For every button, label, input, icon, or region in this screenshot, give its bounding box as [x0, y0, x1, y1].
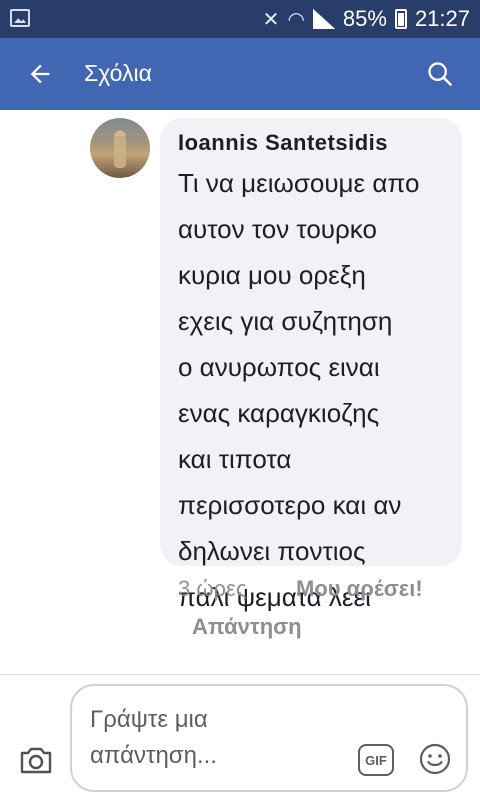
gif-button[interactable]: GIF: [358, 744, 394, 776]
emoji-button[interactable]: [418, 742, 452, 776]
emoji-icon: [419, 743, 451, 775]
gallery-notification-icon: [10, 9, 30, 27]
comment-line: και τιποτα: [178, 444, 292, 474]
battery-icon: [394, 9, 407, 29]
comment-line: εχεις για συζητηση: [178, 306, 393, 336]
search-button[interactable]: [422, 56, 458, 92]
comment-text: Τι να μειωσουμε απο αυτον τον τουρκο κυρ…: [178, 160, 444, 620]
comment-line: Τι να μειωσουμε απο: [178, 168, 420, 198]
comment-author[interactable]: Ioannis Santetsidis: [178, 130, 444, 156]
page-title: Σχόλια: [84, 60, 152, 86]
comment-line: περισσοτερο και αν: [178, 490, 402, 520]
wifi-icon: ◠: [287, 8, 305, 31]
clock: 21:27: [414, 6, 470, 31]
status-bar: ✕ ◠ 85% 21:27: [0, 0, 480, 38]
camera-button[interactable]: [16, 740, 56, 780]
comment-bubble: Ioannis Santetsidis Τι να μειωσουμε απο …: [160, 118, 462, 612]
divider: [0, 674, 480, 675]
camera-icon: [20, 747, 52, 774]
reply-input[interactable]: Γράψτε μια απάντηση...: [90, 702, 340, 774]
comment-line: ο ανυρωπος ειναι: [178, 352, 380, 382]
reply-composer[interactable]: Γράψτε μια απάντηση... GIF: [70, 684, 468, 792]
back-arrow-icon: [30, 64, 50, 84]
avatar[interactable]: [90, 118, 150, 178]
comment-timestamp[interactable]: 3 ώρες: [178, 576, 246, 602]
mute-icon: ✕: [262, 8, 280, 31]
reply-button[interactable]: Απάντηση: [192, 614, 302, 640]
comment-line: κυρια μου ορεξη: [178, 260, 366, 290]
like-button[interactable]: Μου αρέσει!: [296, 576, 423, 602]
signal-icon: [312, 9, 335, 29]
battery-percent: 85%: [342, 6, 387, 31]
app-bar: Σχόλια: [0, 38, 480, 110]
search-icon: [428, 62, 452, 86]
status-icons: ✕ ◠ 85% 21:27: [263, 0, 470, 38]
comment-line: αυτον τον τουρκο: [178, 214, 377, 244]
back-button[interactable]: [20, 54, 60, 94]
comment-meta: 3 ώρες Μου αρέσει!: [178, 574, 468, 606]
comment-line: δηλωνει ποντιος: [178, 536, 366, 566]
comment-line: ενας καραγκιοζης: [178, 398, 380, 428]
